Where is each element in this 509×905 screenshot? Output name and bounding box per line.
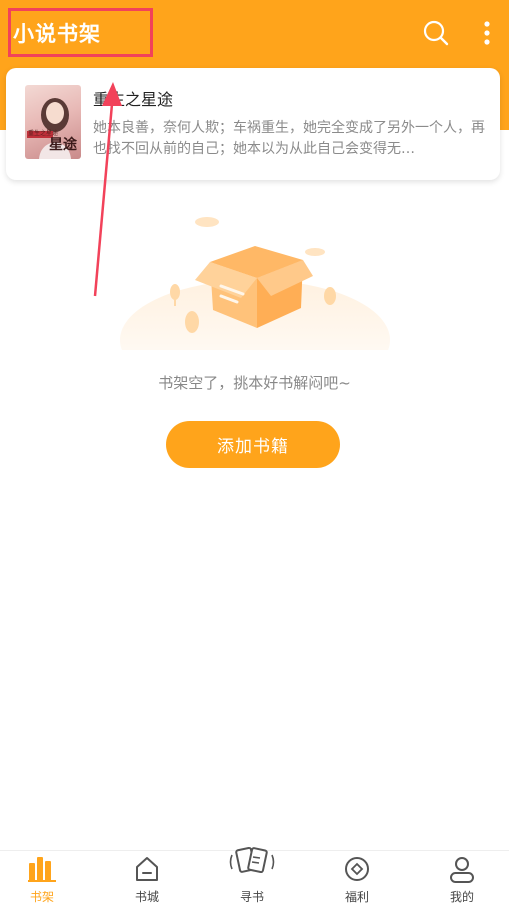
bookshelf-icon (28, 857, 56, 882)
search-icon[interactable] (423, 20, 449, 50)
title-highlight-box (8, 8, 153, 57)
bottom-nav: 书架 书城 寻书 福利 我的 (0, 846, 509, 905)
nav-item-bookstore[interactable]: 书城 (112, 851, 182, 905)
nav-item-find-book[interactable]: 寻书 (217, 846, 287, 905)
book-card[interactable]: 重生之星途 星途 重生之星途 她本良善，奈何人欺；车祸重生，她完全变成了另外一个… (6, 68, 500, 180)
nav-label: 寻书 (239, 890, 264, 904)
bookstore-icon (136, 857, 158, 881)
nav-label: 我的 (449, 890, 474, 904)
book-cover[interactable]: 重生之星途 星途 (25, 85, 81, 159)
book-title: 重生之星途 (93, 90, 174, 109)
nav-item-bookshelf[interactable]: 书架 (7, 851, 77, 905)
add-book-button[interactable]: 添加书籍 (166, 421, 340, 468)
cover-title: 星途 (49, 137, 77, 153)
nav-label: 福利 (344, 890, 369, 904)
nav-label: 书城 (134, 890, 159, 904)
empty-box-illustration (115, 210, 395, 400)
empty-message: 书架空了，挑本好书解闷吧~ (158, 374, 351, 392)
book-description: 她本良善，奈何人欺；车祸重生，她完全变成了另外一个人，再也找不回从前的自己；她本… (93, 120, 485, 157)
find-book-icon (229, 846, 275, 874)
nav-item-profile[interactable]: 我的 (427, 851, 497, 905)
coin-icon (345, 857, 369, 881)
nav-item-welfare[interactable]: 福利 (322, 851, 392, 905)
more-vertical-icon[interactable] (483, 20, 491, 52)
nav-label: 书架 (29, 890, 54, 904)
profile-icon (450, 857, 474, 883)
